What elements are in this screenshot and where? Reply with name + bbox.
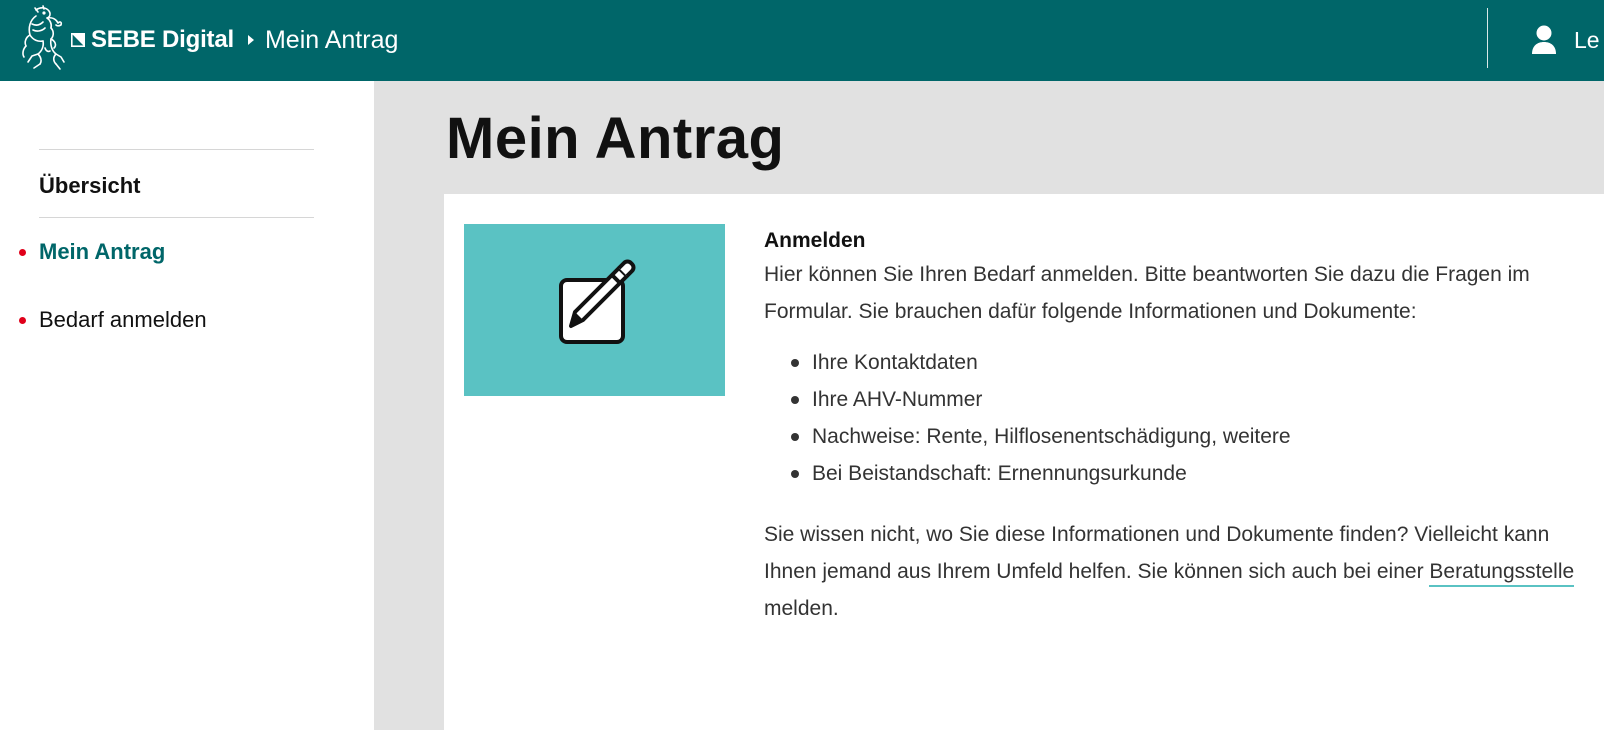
bullet-dot-icon: [19, 317, 26, 324]
sidebar-heading[interactable]: Übersicht: [39, 173, 140, 199]
card-image: [464, 224, 725, 396]
help-text: Sie wissen nicht, wo Sie diese Informati…: [764, 516, 1594, 627]
card-heading: Anmelden: [764, 229, 866, 252]
card-intro-text: Hier können Sie Ihren Bedarf anmelden. B…: [764, 263, 1530, 323]
list-item: Ihre Kontaktdaten: [791, 344, 1594, 381]
edit-pencil-icon: [559, 259, 636, 344]
sidebar-item-bedarf-anmelden[interactable]: Bedarf anmelden: [19, 307, 207, 333]
chevron-right-icon: [247, 34, 255, 46]
help-text-end: melden.: [764, 597, 839, 620]
bear-crest-logo[interactable]: [16, 4, 68, 72]
top-header: SEBE Digital Mein Antrag Le: [0, 0, 1604, 81]
divider: [39, 217, 314, 218]
requirements-list: Ihre Kontaktdaten Ihre AHV-Nummer Nachwe…: [764, 344, 1594, 492]
list-item: Bei Beistandschaft: Ernennungsurkunde: [791, 455, 1594, 492]
user-icon: [1530, 25, 1558, 55]
header-divider: [1487, 8, 1488, 68]
sidebar-item-label: Bedarf anmelden: [39, 307, 207, 332]
page-title: Mein Antrag: [446, 106, 785, 171]
beratungsstelle-link[interactable]: Beratungsstelle: [1429, 560, 1575, 587]
breadcrumb-current[interactable]: Mein Antrag: [265, 26, 398, 55]
list-item: Nachweise: Rente, Hilflosenentschädigung…: [791, 418, 1594, 455]
sidebar-item-label: Mein Antrag: [39, 239, 166, 264]
brand-link[interactable]: SEBE Digital: [91, 26, 234, 54]
user-label: Le: [1574, 26, 1600, 53]
main-content: Mein Antrag Anmelden Hier können Sie Ihr…: [374, 81, 1604, 730]
info-card: Anmelden Hier können Sie Ihren Bedarf an…: [444, 194, 1604, 730]
active-dot-icon: [19, 249, 26, 256]
user-menu[interactable]: Le: [1530, 22, 1600, 58]
sidebar: Übersicht Mein Antrag Bedarf anmelden: [0, 81, 374, 730]
list-item: Ihre AHV-Nummer: [791, 381, 1594, 418]
card-body: Anmelden Hier können Sie Ihren Bedarf an…: [764, 226, 1594, 627]
breadcrumb: SEBE Digital Mein Antrag: [71, 25, 398, 55]
sidebar-item-mein-antrag[interactable]: Mein Antrag: [19, 239, 166, 265]
brand-mark-icon: [71, 33, 85, 47]
divider: [39, 149, 314, 150]
